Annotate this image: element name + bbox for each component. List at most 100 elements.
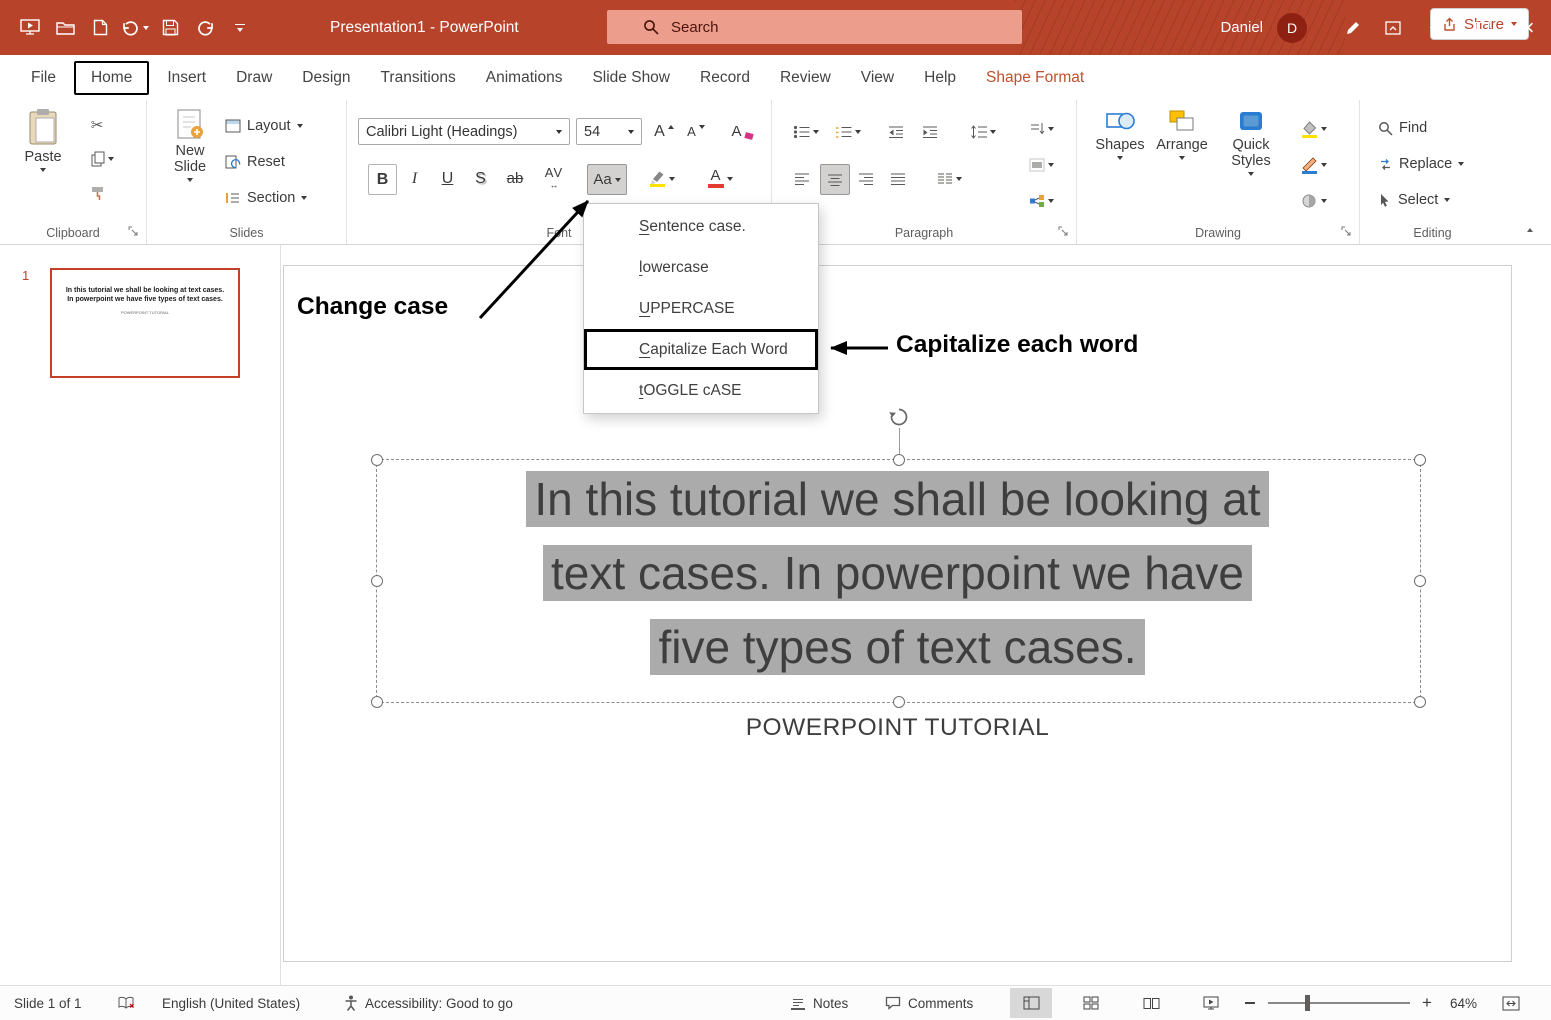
slideshow-view-button[interactable] xyxy=(1190,988,1232,1018)
columns-button[interactable] xyxy=(930,164,968,193)
new-slide-button[interactable]: New Slide xyxy=(162,108,218,182)
arrange-button[interactable]: Arrange xyxy=(1153,108,1211,160)
align-center-button[interactable] xyxy=(820,164,850,195)
start-slideshow-button[interactable] xyxy=(16,11,44,45)
convert-to-smartart-button[interactable] xyxy=(1020,186,1062,216)
reading-view-button[interactable] xyxy=(1130,988,1172,1018)
menu-item-capitalize-each-word[interactable]: Capitalize Each Word xyxy=(584,329,818,370)
underline-button[interactable]: U xyxy=(434,164,461,193)
tab-review[interactable]: Review xyxy=(765,63,846,93)
shrink-font-button[interactable]: A xyxy=(682,118,710,145)
fit-slide-button[interactable] xyxy=(1502,986,1520,1020)
zoom-out-button[interactable] xyxy=(1245,986,1255,1020)
tab-view[interactable]: View xyxy=(846,63,909,93)
tab-design[interactable]: Design xyxy=(287,63,365,93)
search-box[interactable]: Search xyxy=(607,10,1022,44)
undo-button[interactable] xyxy=(121,11,149,45)
comments-button[interactable]: Comments xyxy=(885,986,973,1020)
decrease-indent-button[interactable] xyxy=(882,118,910,145)
italic-button[interactable]: I xyxy=(401,164,428,193)
maximize-button[interactable] xyxy=(1459,0,1505,55)
resize-handle-ne[interactable] xyxy=(1414,454,1426,466)
resize-handle-n[interactable] xyxy=(892,454,905,466)
font-color-button[interactable]: A xyxy=(699,164,741,193)
collapse-ribbon-button[interactable] xyxy=(1527,220,1533,236)
ribbon-display-options-button[interactable] xyxy=(1373,0,1413,55)
zoom-in-button[interactable]: + xyxy=(1422,986,1432,1020)
justify-button[interactable] xyxy=(884,164,912,193)
open-file-button[interactable] xyxy=(51,11,79,45)
customize-qat-button[interactable] xyxy=(226,11,254,45)
avatar[interactable]: D xyxy=(1277,12,1307,43)
clear-formatting-button[interactable]: A xyxy=(728,118,756,145)
line-spacing-button[interactable] xyxy=(964,118,1002,145)
shape-outline-button[interactable] xyxy=(1291,150,1337,180)
slide-canvas[interactable]: In this tutorial we shall be looking at … xyxy=(283,265,1512,962)
menu-item-uppercase[interactable]: U PPERCASE xyxy=(584,288,818,329)
grow-font-button[interactable]: A xyxy=(650,118,678,145)
close-button[interactable]: × xyxy=(1505,0,1551,55)
change-case-button[interactable]: Aa xyxy=(587,164,627,195)
rotation-handle[interactable] xyxy=(888,406,910,428)
align-left-button[interactable] xyxy=(788,164,816,193)
reset-button[interactable]: Reset xyxy=(225,148,285,176)
align-text-button[interactable] xyxy=(1020,150,1062,180)
paragraph-dialog-launcher[interactable] xyxy=(1058,226,1069,237)
tab-file[interactable]: File xyxy=(16,63,71,93)
section-button[interactable]: Section xyxy=(225,184,308,212)
minimize-button[interactable] xyxy=(1413,0,1459,55)
slide-thumbnail[interactable]: In this tutorial we shall be looking at … xyxy=(50,268,240,378)
notes-button[interactable]: Notes xyxy=(790,986,848,1020)
tab-shape-format[interactable]: Shape Format xyxy=(971,63,1099,93)
zoom-level[interactable]: 64% xyxy=(1450,986,1477,1020)
resize-handle-sw[interactable] xyxy=(371,696,383,708)
tab-help[interactable]: Help xyxy=(909,63,971,93)
resize-handle-s[interactable] xyxy=(892,696,905,708)
tab-slide-show[interactable]: Slide Show xyxy=(577,63,685,93)
replace-button[interactable]: Replace xyxy=(1378,150,1465,178)
find-button[interactable]: Find xyxy=(1378,114,1427,142)
numbering-button[interactable] xyxy=(830,118,866,145)
slide-sorter-view-button[interactable] xyxy=(1070,988,1112,1018)
new-file-button[interactable] xyxy=(86,11,114,45)
text-shadow-button[interactable]: S xyxy=(467,164,494,193)
save-button[interactable] xyxy=(156,11,184,45)
zoom-slider-thumb[interactable] xyxy=(1305,995,1310,1011)
bullets-button[interactable] xyxy=(788,118,824,145)
language-indicator[interactable]: English (United States) xyxy=(162,986,300,1020)
spell-check-button[interactable] xyxy=(118,986,135,1020)
resize-handle-nw[interactable] xyxy=(371,454,383,466)
menu-item-sentence-case[interactable]: Sentence case. xyxy=(584,206,818,247)
select-button[interactable]: Select xyxy=(1378,186,1451,214)
tab-transitions[interactable]: Transitions xyxy=(366,63,471,93)
clipboard-dialog-launcher[interactable] xyxy=(128,226,139,237)
cut-button[interactable]: ✂ xyxy=(84,112,110,138)
tab-animations[interactable]: Animations xyxy=(471,63,578,93)
inking-button[interactable] xyxy=(1333,0,1373,55)
copy-button[interactable] xyxy=(84,146,120,172)
menu-item-lowercase[interactable]: l owercase xyxy=(584,247,818,288)
shape-fill-button[interactable] xyxy=(1291,114,1337,144)
drawing-dialog-launcher[interactable] xyxy=(1341,226,1352,237)
bold-button[interactable]: B xyxy=(368,164,397,195)
quick-styles-button[interactable]: Quick Styles xyxy=(1219,108,1283,176)
shapes-button[interactable]: Shapes xyxy=(1093,108,1147,160)
character-spacing-button[interactable]: AV ↔ xyxy=(537,164,571,193)
resize-handle-e[interactable] xyxy=(1414,575,1426,587)
font-size-combo[interactable]: 54 xyxy=(576,118,642,145)
shape-effects-button[interactable] xyxy=(1291,186,1337,216)
user-name[interactable]: Daniel xyxy=(1220,19,1263,36)
resize-handle-se[interactable] xyxy=(1414,696,1426,708)
slide-subtitle-textbox[interactable]: POWERPOINT TUTORIAL xyxy=(284,714,1511,742)
redo-button[interactable] xyxy=(191,11,219,45)
font-family-combo[interactable]: Calibri Light (Headings) xyxy=(358,118,570,145)
tab-record[interactable]: Record xyxy=(685,63,765,93)
accessibility-button[interactable]: Accessibility: Good to go xyxy=(344,986,513,1020)
increase-indent-button[interactable] xyxy=(916,118,944,145)
menu-item-toggle-case[interactable]: t OGGLE cASE xyxy=(584,370,818,411)
normal-view-button[interactable] xyxy=(1010,988,1052,1018)
tab-draw[interactable]: Draw xyxy=(221,63,287,93)
format-painter-button[interactable] xyxy=(84,180,110,206)
slide-indicator[interactable]: Slide 1 of 1 xyxy=(14,986,82,1020)
layout-button[interactable]: Layout xyxy=(225,112,303,140)
